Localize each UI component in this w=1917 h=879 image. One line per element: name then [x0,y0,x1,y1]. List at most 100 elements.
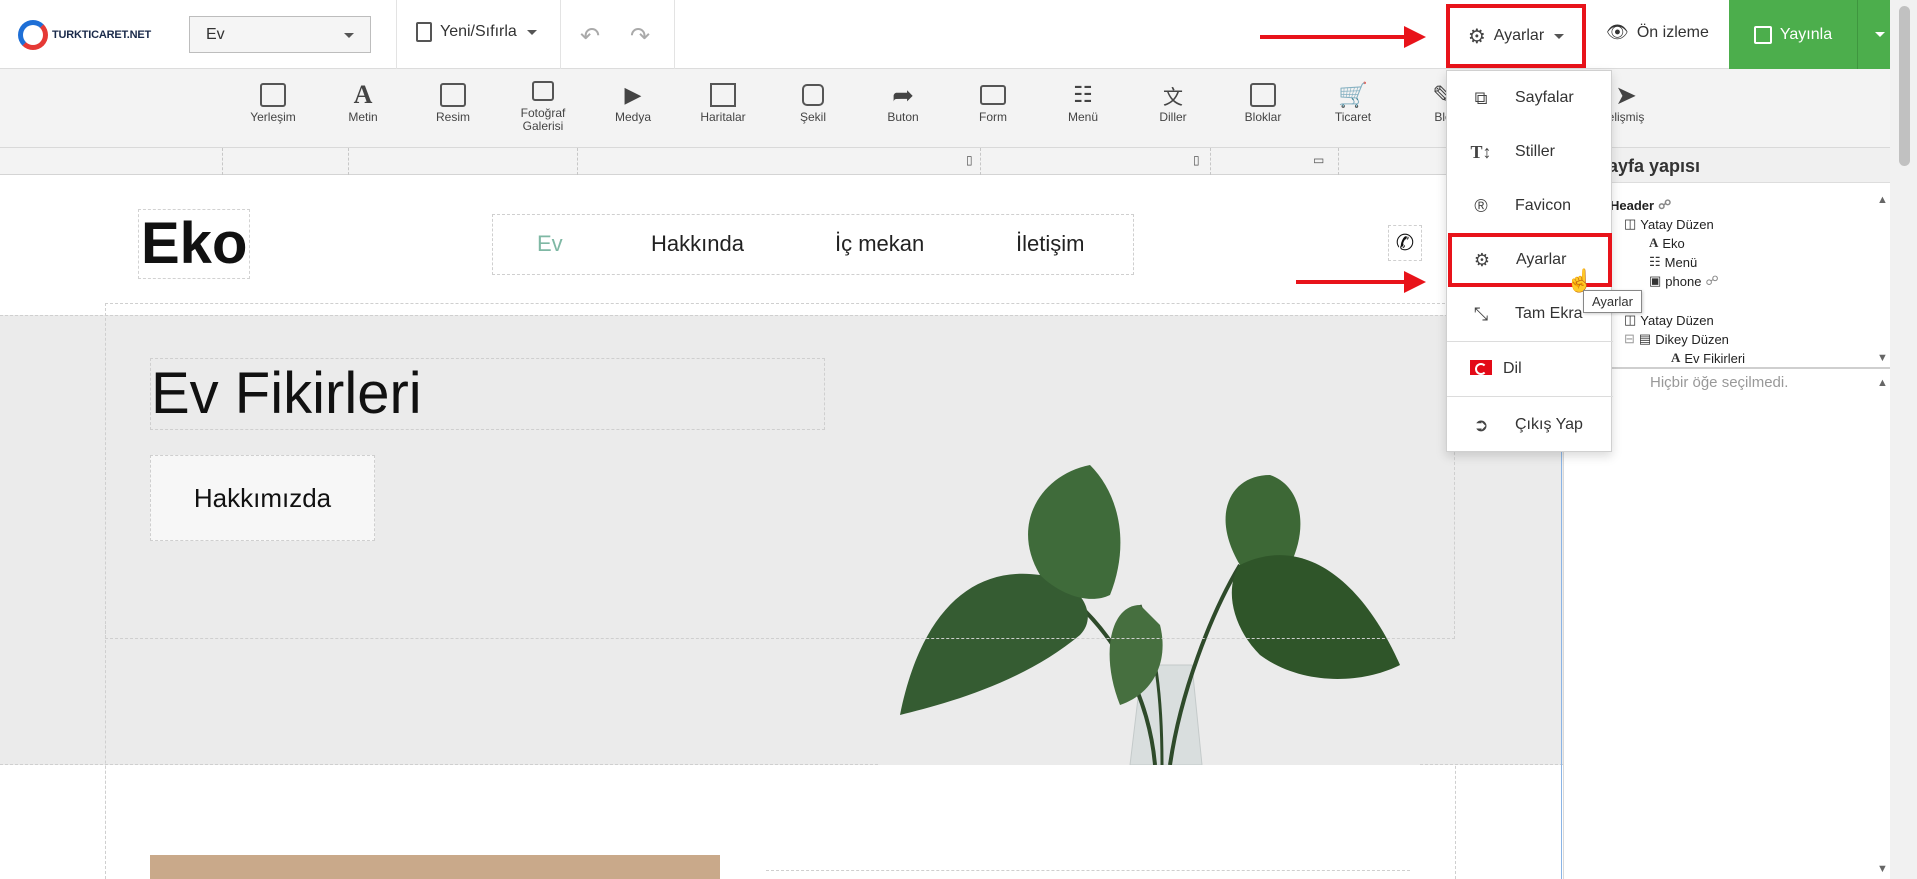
tool-layout[interactable]: Yerleşim [233,79,313,124]
section-text-box[interactable] [766,870,1410,879]
laptop-device-icon[interactable]: ▭ [1313,153,1324,167]
divider [674,0,675,69]
ruler-tick [980,148,981,175]
gear-icon: ⚙ [1467,25,1486,48]
site-brand[interactable]: Eko [138,209,251,279]
map-icon [683,79,763,111]
shape-icon [773,79,853,111]
menu-item-label: Dil [1503,360,1522,377]
hero-title[interactable]: Ev Fikirleri [150,358,825,430]
menu-item-about[interactable]: Hakkında [651,231,744,257]
tablet-device-icon[interactable]: ▯ [1193,153,1200,167]
preview-button[interactable]: 👁 Ön izleme [1606,22,1709,43]
ruler-tick [577,148,578,175]
tool-blocks[interactable]: Bloklar [1223,79,1303,124]
panel-title: ayfa yapısı [1564,148,1891,183]
menu-item-favicon[interactable]: ® Favicon [1447,179,1613,233]
tool-maps[interactable]: Haritalar [683,79,763,124]
menu-item-label: Sayfalar [1515,89,1574,106]
tool-label: Resim [435,110,470,124]
divider [396,0,397,69]
file-icon [416,22,432,42]
image-icon [413,79,493,111]
cart-icon: 🛒 [1338,81,1368,109]
gear-icon: ⚙ [1473,249,1491,270]
tool-shape[interactable]: Şekil [773,79,853,124]
gallery-icon [503,75,583,107]
columns-icon: ◫ [1624,312,1637,327]
logo[interactable]: TURKTICARET.NET [18,20,151,50]
link-icon: ☍ [1705,273,1719,288]
redo-icon[interactable]: ↷ [630,22,650,51]
publish-button[interactable]: Yayınla [1729,0,1857,69]
undo-icon[interactable]: ↶ [580,22,600,51]
mobile-device-icon[interactable]: ▯ [966,153,973,167]
tree-label: Dikey Düzen [1655,331,1729,347]
tool-languages[interactable]: 文 Diller [1133,79,1213,124]
scroll-up-icon[interactable]: ▲ [1877,377,1888,389]
tool-media[interactable]: ▶ Medya [593,79,673,124]
scrollbar-thumb[interactable] [1899,6,1910,166]
site-header[interactable]: Eko Ev Hakkında İç mekan İletişim ✆ [0,175,1563,315]
new-reset-button[interactable]: Yeni/Sıfırla [416,22,537,42]
fullscreen-icon: ⤡ [1473,303,1489,324]
media-icon: ▶ [624,82,642,107]
tool-gallery[interactable]: Fotoğraf Galerisi [503,75,583,133]
editor-window: TURKTICARET.NET Ev Yeni/Sıfırla ↶ ↷ ⚙ Ay… [0,0,1917,879]
settings-button[interactable]: ⚙ Ayarlar [1446,4,1586,68]
scroll-down-icon[interactable]: ▼ [1877,352,1888,364]
tree-item-row[interactable]: ◫ Yatay Düzen [1624,216,1714,232]
tool-label: Form [979,110,1007,124]
scroll-up-icon[interactable]: ▲ [1877,194,1888,206]
menu-item-pages[interactable]: ⧉ Sayfalar [1447,71,1613,125]
site-menu[interactable]: Ev Hakkında İç mekan İletişim [492,214,1134,275]
ruler-tick [348,148,349,175]
hero-about-button[interactable]: Hakkımızda [150,455,375,541]
tool-label: Şekil [799,110,826,124]
logo-text: TURKTICARET.NET [52,29,152,41]
tree-item-header[interactable]: Header ☍ [1610,197,1671,213]
tool-commerce[interactable]: 🛒 Ticaret [1313,79,1393,124]
tool-text[interactable]: A Metin [323,79,403,124]
text-icon: A [1671,350,1681,365]
menu-item-styles[interactable]: T↕ Stiller [1447,125,1613,179]
tree-item-column[interactable]: ⊟ ▤ Dikey Düzen [1624,331,1729,347]
tree-item-brand[interactable]: A Eko [1649,235,1685,251]
page-select[interactable]: Ev [189,16,371,53]
no-selection-text: Hiçbir öğe seçilmedi. [1650,374,1789,391]
tool-menu[interactable]: ☷ Menü [1043,79,1123,124]
menu-item-label: Tam Ekra [1515,305,1583,322]
menu-icon: ☷ [1073,82,1093,107]
tree-label: Menü [1664,254,1698,270]
tool-button[interactable]: ➦ Buton [863,79,943,124]
tree-item-menu[interactable]: ☷ Menü [1649,254,1697,270]
tool-label: Buton [887,110,919,124]
menu-item-label: Favicon [1515,197,1572,214]
tool-label: Medya [614,110,652,124]
tool-form[interactable]: Form [953,79,1033,124]
ruler-tick [1338,148,1339,175]
tree-label: phone [1665,273,1702,289]
scroll-down-icon[interactable]: ▼ [1877,863,1888,875]
menu-item-language[interactable]: Dil [1447,342,1613,396]
menu-item-logout[interactable]: ➲ Çıkış Yap [1447,398,1613,452]
logo-mark-icon [18,20,48,50]
tool-image[interactable]: Resim [413,79,493,124]
menu-item-home[interactable]: Ev [537,231,563,257]
image-icon: ▣ [1649,273,1662,288]
menu-item-contact[interactable]: İletişim [1016,231,1084,257]
rows-icon: ▤ [1638,331,1652,346]
preview-label: Ön izleme [1636,23,1709,41]
section-image[interactable] [150,855,720,879]
tree-item-phone[interactable]: ▣ phone ☍ [1649,273,1719,289]
eye-icon: 👁 [1606,22,1629,42]
menu-item-interior[interactable]: İç mekan [835,231,924,257]
tree-item-row[interactable]: ◫ Yatay Düzen [1624,312,1714,328]
layout-icon [233,79,313,111]
page-structure-panel: ayfa yapısı Header ☍ ◫ Yatay Düzen A Eko ☷ M… [1563,148,1891,879]
tree-item-hero-title[interactable]: A Ev Fikirleri [1671,350,1745,366]
panel-splitter[interactable] [1564,367,1891,369]
phone-icon[interactable]: ✆ [1388,225,1422,261]
tool-label: Menü [1067,110,1099,124]
settings-label: Ayarlar [1493,27,1545,44]
